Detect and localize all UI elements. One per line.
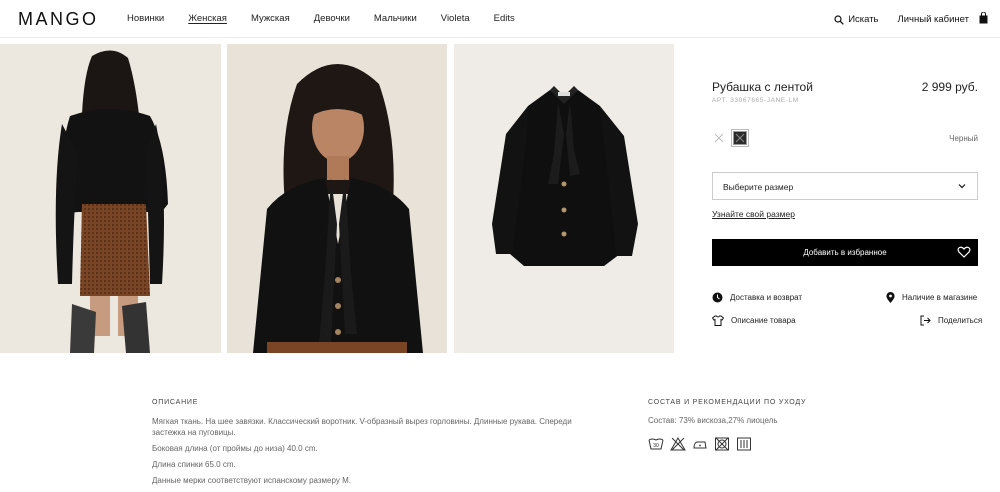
description-title: ОПИСАНИЕ: [152, 399, 199, 406]
svg-text:30: 30: [653, 443, 659, 449]
nav-girls[interactable]: Девочки: [314, 13, 350, 24]
wash-30-icon: 30: [648, 437, 664, 456]
share-link[interactable]: Поделиться: [920, 315, 982, 326]
nav-new[interactable]: Новинки: [127, 13, 164, 24]
nav-men[interactable]: Мужская: [251, 13, 290, 24]
size-guide-link[interactable]: Узнайте свой размер: [712, 209, 795, 219]
selected-color-name: Черный: [949, 134, 978, 143]
nav-women[interactable]: Женская: [188, 13, 227, 24]
chevron-down-icon: [958, 184, 966, 189]
composition-text: Состав: 73% вискоза,27% лиоцель: [648, 416, 778, 425]
care-icons: 30: [648, 437, 948, 456]
product-photo-front[interactable]: [227, 44, 447, 353]
product-price: 2 999 руб.: [921, 80, 978, 94]
account-link[interactable]: Личный кабинет: [898, 14, 969, 25]
product-description-link[interactable]: Описание товара: [712, 315, 796, 326]
search-icon: [834, 14, 844, 25]
care-section: СОСТАВ И РЕКОМЕНДАЦИИ ПО УХОДУ Состав: 7…: [648, 399, 948, 456]
product-photo-flatlay[interactable]: [454, 44, 674, 353]
description-section: ОПИСАНИЕ Мягкая ткань. На шее завязки. К…: [152, 399, 572, 491]
delivery-returns-link[interactable]: Доставка и возврат: [712, 292, 802, 303]
product-photo-back[interactable]: [0, 44, 221, 353]
color-swatch-unavailable[interactable]: [712, 131, 726, 145]
cross-icon: [735, 133, 745, 143]
add-to-favorites-label: Добавить в избранное: [803, 248, 887, 257]
store-availability-label: Наличие в магазине: [902, 293, 978, 302]
search-button[interactable]: Искать: [834, 14, 879, 25]
heart-icon: [957, 246, 971, 258]
no-tumble-dry-icon: [714, 437, 730, 456]
dry-clean-icon: [736, 437, 752, 456]
bag-button[interactable]: [979, 11, 988, 27]
share-icon: [920, 315, 931, 326]
share-label: Поделиться: [938, 316, 983, 325]
color-swatch-black[interactable]: [731, 129, 749, 147]
add-to-favorites-button[interactable]: Добавить в избранное: [712, 239, 978, 266]
no-bleach-icon: [670, 437, 686, 456]
location-pin-icon: [886, 292, 895, 303]
shopping-bag-icon: [979, 11, 988, 24]
iron-low-icon: [692, 437, 708, 456]
description-paragraph: Длина спинки 65.0 cm.: [152, 460, 236, 469]
product-description-label: Описание товара: [731, 316, 796, 325]
nav-edits[interactable]: Edits: [494, 13, 515, 24]
product-name: Рубашка с лентой: [712, 80, 813, 94]
clock-icon: [712, 292, 723, 303]
nav-violeta[interactable]: Violeta: [441, 13, 470, 24]
brand-logo[interactable]: MANGO: [18, 9, 99, 30]
size-select[interactable]: Выберите размер: [712, 172, 978, 200]
cross-icon: [714, 133, 724, 143]
shirt-icon: [712, 315, 724, 326]
product-reference: АРТ. 33067665-JANE-LM: [712, 97, 799, 104]
description-paragraph: Мягкая ткань. На шее завязки. Классическ…: [152, 417, 572, 437]
nav-boys[interactable]: Мальчики: [374, 13, 417, 24]
delivery-returns-label: Доставка и возврат: [730, 293, 803, 302]
size-select-placeholder: Выберите размер: [723, 182, 794, 192]
description-paragraph: Боковая длина (от проймы до низа) 40.0 c…: [152, 444, 318, 453]
care-title: СОСТАВ И РЕКОМЕНДАЦИИ ПО УХОДУ: [648, 399, 807, 406]
description-paragraph: Данные мерки соответствуют испанскому ра…: [152, 476, 351, 485]
header-actions: Искать Личный кабинет: [834, 11, 988, 27]
main-nav: Новинки Женская Мужская Девочки Мальчики…: [127, 13, 539, 24]
site-header: MANGO Новинки Женская Мужская Девочки Ма…: [0, 0, 1000, 38]
color-swatches: [712, 129, 749, 147]
search-label: Искать: [848, 14, 879, 25]
store-availability-link[interactable]: Наличие в магазине: [886, 292, 977, 303]
